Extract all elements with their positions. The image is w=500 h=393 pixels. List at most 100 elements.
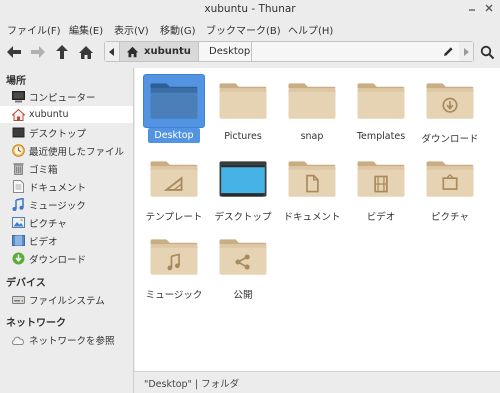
sidebar-item-label: xubuntu xyxy=(29,109,69,120)
file-name: ミュージック xyxy=(145,290,203,301)
menu-file[interactable]: ファイル(F) xyxy=(7,22,61,37)
menu-bar: ファイル(F) 編集(E) 表示(V) 移動(G) ブックマーク(B) ヘルプ(… xyxy=(0,19,500,37)
sidebar-item-label: ファイルシステム xyxy=(29,295,105,307)
folder-desktop-alt-icon xyxy=(212,152,274,206)
file-name: テンプレート xyxy=(145,212,203,223)
folder-documents-icon xyxy=(281,152,343,206)
file-name: 公開 xyxy=(233,290,253,301)
close-icon[interactable] xyxy=(483,3,495,15)
sidebar-item-home[interactable]: xubuntu xyxy=(0,106,133,123)
sidebar-item-label: ピクチャ xyxy=(29,218,67,230)
sidebar-item-label: ダウンロード xyxy=(29,254,87,266)
file-item[interactable]: デスクトップ xyxy=(208,152,278,224)
sidebar-item-label: 最近使用したファイル xyxy=(29,146,125,158)
location-pathbar: xubuntu Desktop xyxy=(104,41,474,62)
sidebar-item-browse-network[interactable]: ネットワークを参照 xyxy=(0,331,133,348)
sidebar-item-videos[interactable]: ビデオ xyxy=(0,232,133,249)
file-name: ドキュメント xyxy=(283,212,341,223)
breadcrumb-home-label: xubuntu xyxy=(144,46,191,57)
desktop-icon xyxy=(11,126,25,139)
folder-download-icon xyxy=(419,74,481,128)
home-icon xyxy=(126,46,139,57)
file-icon-view[interactable]: Desktop Pictures snap Templates ダウンロードテンプレート… xyxy=(135,68,500,371)
sidebar-item-filesystem[interactable]: ファイルシステム xyxy=(0,291,133,308)
file-item[interactable]: 公開 xyxy=(208,230,278,302)
file-name: Pictures xyxy=(224,131,262,142)
folder-desktop-icon xyxy=(143,74,205,128)
sidebar-heading-network: ネットワーク xyxy=(6,318,66,329)
menu-bookmarks[interactable]: ブックマーク(B) xyxy=(206,22,281,37)
folder-videos-icon xyxy=(350,152,412,206)
home-icon xyxy=(11,108,25,121)
back-button[interactable] xyxy=(4,42,24,62)
minimize-icon[interactable] xyxy=(466,3,478,15)
sidebar-item-desktop[interactable]: デスクトップ xyxy=(0,124,133,141)
file-name: Desktop xyxy=(148,128,200,143)
sidebar-item-documents[interactable]: ドキュメント xyxy=(0,178,133,195)
status-text: "Desktop" | フォルダ xyxy=(144,378,240,390)
folder-pictures-icon xyxy=(419,152,481,206)
download-icon xyxy=(11,252,25,265)
file-item[interactable]: ミュージック xyxy=(139,230,209,302)
sidebar-item-trash[interactable]: ゴミ箱 xyxy=(0,160,133,177)
breadcrumb-desktop-label: Desktop xyxy=(209,46,251,57)
file-item[interactable]: Desktop xyxy=(139,74,209,146)
menu-view[interactable]: 表示(V) xyxy=(114,22,149,37)
sidebar-item-pictures[interactable]: ピクチャ xyxy=(0,214,133,231)
videos-icon xyxy=(11,234,25,247)
path-scroll-right-button[interactable] xyxy=(459,42,473,61)
breadcrumb-desktop[interactable]: Desktop xyxy=(200,42,252,61)
recent-icon xyxy=(11,144,25,157)
file-item[interactable]: Pictures xyxy=(208,74,278,146)
path-scroll-left-button[interactable] xyxy=(105,42,119,61)
file-item[interactable]: テンプレート xyxy=(139,152,209,224)
file-item[interactable]: ビデオ xyxy=(346,152,416,224)
up-button[interactable] xyxy=(52,42,72,62)
thunar-window: xubuntu - Thunar ファイル(F) 編集(E) 表示(V) 移動(… xyxy=(0,0,500,393)
file-name: Templates xyxy=(356,131,406,142)
triangle-left-icon xyxy=(109,47,114,56)
title-bar[interactable]: xubuntu - Thunar xyxy=(0,0,500,19)
file-item[interactable]: ピクチャ xyxy=(415,152,485,224)
folder-icon xyxy=(212,74,274,128)
forward-button[interactable] xyxy=(28,42,48,62)
edit-location-button[interactable] xyxy=(439,42,457,61)
folder-music-icon xyxy=(143,230,205,284)
folder-icon xyxy=(350,74,412,128)
sidebar-item-music[interactable]: ミュージック xyxy=(0,196,133,213)
folder-templates-icon xyxy=(143,152,205,206)
drive-icon xyxy=(11,293,25,306)
sidebar-item-recent[interactable]: 最近使用したファイル xyxy=(0,142,133,159)
network-icon xyxy=(11,333,25,346)
file-item[interactable]: ドキュメント xyxy=(277,152,347,224)
menu-go[interactable]: 移動(G) xyxy=(160,22,196,37)
documents-icon xyxy=(11,180,25,193)
sidebar-item-label: ドキュメント xyxy=(29,182,87,194)
menu-help[interactable]: ヘルプ(H) xyxy=(288,22,333,37)
sidebar-item-label: デスクトップ xyxy=(29,128,87,140)
file-name: ダウンロード xyxy=(421,134,479,145)
sidebar-heading-devices: デバイス xyxy=(6,278,46,289)
arrow-right-icon xyxy=(31,46,45,58)
search-button[interactable] xyxy=(477,42,497,62)
sidebar-heading-places: 場所 xyxy=(6,76,26,87)
arrow-left-icon xyxy=(7,46,21,58)
window-title: xubuntu - Thunar xyxy=(204,3,296,15)
file-item[interactable]: Templates xyxy=(346,74,416,146)
sidebar-item-label: ネットワークを参照 xyxy=(29,335,115,347)
sidebar: 場所 コンピューター xubuntu デスクトップ 最近使用したファイル ゴミ箱… xyxy=(0,68,134,393)
sidebar-item-computer[interactable]: コンピューター xyxy=(0,88,133,105)
sidebar-item-downloads[interactable]: ダウンロード xyxy=(0,250,133,267)
home-button[interactable] xyxy=(76,42,96,62)
status-bar: "Desktop" | フォルダ xyxy=(134,371,500,393)
file-item[interactable]: snap xyxy=(277,74,347,146)
breadcrumb-home[interactable]: xubuntu xyxy=(119,42,199,61)
file-name: ビデオ xyxy=(366,212,396,223)
search-icon xyxy=(480,45,494,59)
sidebar-item-label: ミュージック xyxy=(29,200,86,212)
file-item[interactable]: ダウンロード xyxy=(415,74,485,146)
menu-edit[interactable]: 編集(E) xyxy=(69,22,103,37)
sidebar-item-label: ビデオ xyxy=(29,236,58,248)
sidebar-item-label: コンピューター xyxy=(29,92,96,104)
file-name: ピクチャ xyxy=(431,212,469,223)
